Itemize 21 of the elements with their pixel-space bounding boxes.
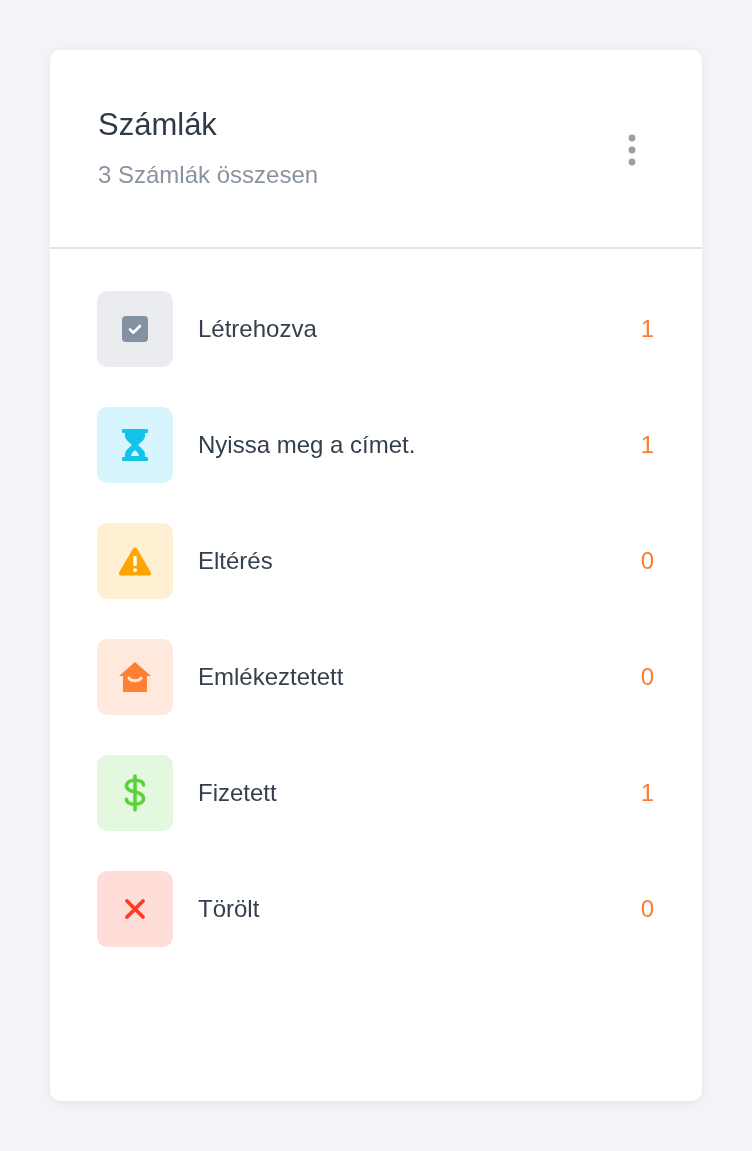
card-subtitle: 3 Számlák összesen: [98, 160, 319, 190]
status-count: 1: [640, 314, 654, 344]
checkbox-icon: [97, 291, 173, 367]
status-label: Törölt: [198, 894, 261, 924]
status-label: Fizetett: [198, 778, 278, 808]
kebab-menu-icon: [628, 134, 636, 166]
card-title: Számlák: [98, 106, 218, 144]
status-count: 0: [640, 894, 654, 924]
house-icon: [97, 639, 173, 715]
status-label: Emlékeztetett: [198, 662, 345, 692]
status-count: 0: [640, 546, 654, 576]
status-label: Eltérés: [198, 546, 274, 576]
status-count: 1: [640, 778, 654, 808]
status-count: 1: [640, 430, 654, 460]
cross-icon: [97, 871, 173, 947]
status-count: 0: [640, 662, 654, 692]
warning-icon: [97, 523, 173, 599]
status-label: Létrehozva: [198, 314, 318, 344]
hourglass-icon: [97, 407, 173, 483]
dollar-icon: [97, 755, 173, 831]
status-label: Nyissa meg a címet.: [198, 430, 417, 460]
